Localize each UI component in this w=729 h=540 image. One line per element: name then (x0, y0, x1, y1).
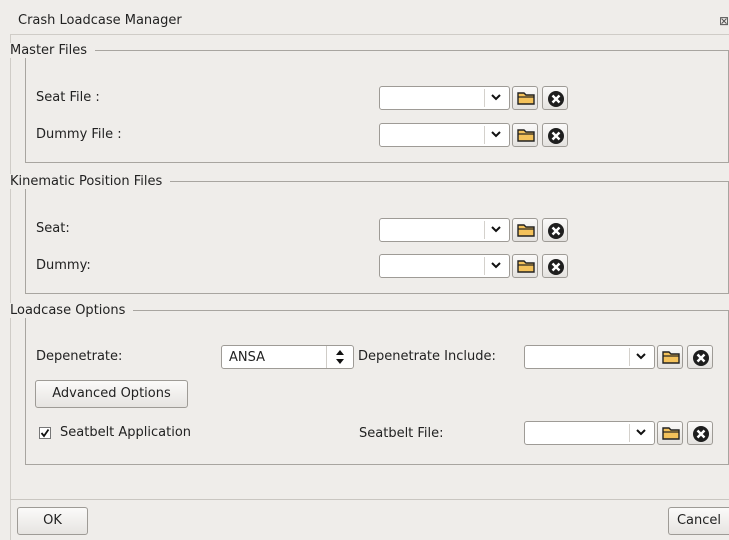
loadcase-options-legend: Loadcase Options (8, 303, 134, 318)
dummy-file-browse-button[interactable] (512, 123, 538, 147)
dialog-title: Crash Loadcase Manager (18, 13, 182, 28)
kinematic-seat-combo[interactable] (379, 218, 510, 242)
folder-icon (662, 427, 680, 440)
chevron-down-icon[interactable] (484, 89, 507, 107)
clear-circle-x-icon (693, 426, 709, 442)
kinematic-dummy-label: Dummy: (36, 258, 91, 273)
kinematic-dummy-combo[interactable] (379, 254, 510, 278)
master-files-group: Master Files (8, 43, 729, 163)
folder-icon (517, 224, 535, 237)
dummy-file-clear-button[interactable] (542, 123, 568, 147)
seatbelt-file-clear-button[interactable] (687, 421, 713, 445)
chevron-down-icon[interactable] (629, 348, 652, 366)
depenetrate-value: ANSA (229, 350, 266, 365)
seatbelt-file-browse-button[interactable] (657, 421, 683, 445)
clear-circle-x-icon (548, 223, 564, 239)
kinematic-dummy-browse-button[interactable] (512, 254, 538, 278)
chevron-down-icon[interactable] (484, 126, 507, 144)
up-down-arrows-icon[interactable] (326, 346, 353, 368)
seatbelt-application-checkbox[interactable] (39, 427, 51, 439)
chevron-down-icon[interactable] (629, 424, 652, 442)
depenetrate-include-browse-button[interactable] (657, 345, 683, 369)
master-files-legend: Master Files (8, 43, 96, 58)
depenetrate-include-combo[interactable] (524, 345, 655, 369)
advanced-options-button[interactable]: Advanced Options (35, 380, 188, 408)
folder-icon (517, 92, 535, 105)
folder-icon (517, 260, 535, 273)
dialog-titlebar: Crash Loadcase Manager ⊠ (10, 8, 729, 35)
kinematic-seat-clear-button[interactable] (542, 218, 568, 242)
clear-circle-x-icon (693, 350, 709, 366)
kinematic-dummy-clear-button[interactable] (542, 254, 568, 278)
depenetrate-include-label: Depenetrate Include: (358, 349, 496, 364)
dummy-file-label: Dummy File : (36, 127, 122, 142)
seat-file-label: Seat File : (36, 90, 100, 105)
folder-icon (517, 129, 535, 142)
chevron-down-icon[interactable] (484, 221, 507, 239)
dialog-left-border (10, 8, 11, 540)
kinematic-seat-label: Seat: (36, 221, 70, 236)
folder-icon (662, 351, 680, 364)
close-icon[interactable]: ⊠ (719, 14, 729, 28)
checkmark-icon (40, 428, 50, 438)
seat-file-browse-button[interactable] (512, 86, 538, 110)
seatbelt-application-label[interactable]: Seatbelt Application (60, 425, 191, 440)
kinematic-seat-browse-button[interactable] (512, 218, 538, 242)
cancel-button[interactable]: Cancel (668, 507, 729, 535)
depenetrate-include-clear-button[interactable] (687, 345, 713, 369)
depenetrate-label: Depenetrate: (36, 349, 123, 364)
footer-separator (10, 499, 729, 500)
clear-circle-x-icon (548, 259, 564, 275)
clear-circle-x-icon (548, 91, 564, 107)
chevron-down-icon[interactable] (484, 257, 507, 275)
seat-file-combo[interactable] (379, 86, 510, 110)
kinematic-files-group: Kinematic Position Files (8, 174, 729, 294)
seatbelt-file-label: Seatbelt File: (359, 426, 444, 441)
ok-button[interactable]: OK (17, 507, 88, 535)
depenetrate-select[interactable]: ANSA (221, 345, 354, 369)
dummy-file-combo[interactable] (379, 123, 510, 147)
seatbelt-file-combo[interactable] (524, 421, 655, 445)
clear-circle-x-icon (548, 128, 564, 144)
seat-file-clear-button[interactable] (542, 86, 568, 110)
kinematic-files-legend: Kinematic Position Files (8, 174, 171, 189)
